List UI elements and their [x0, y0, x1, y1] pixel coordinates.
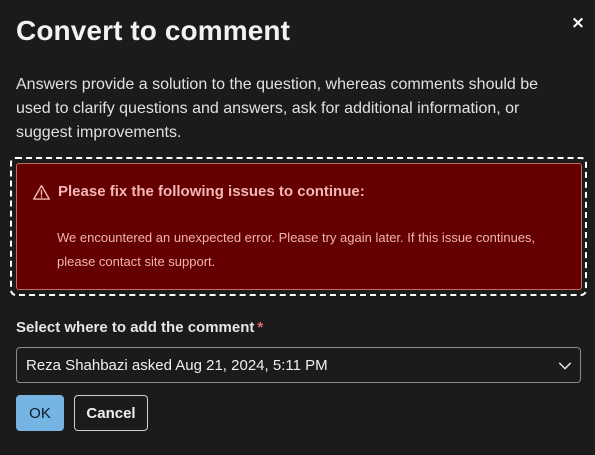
dialog-title: Convert to comment: [16, 15, 291, 46]
ok-button[interactable]: OK: [16, 395, 64, 431]
field-label-text: Select where to add the comment: [16, 319, 255, 336]
required-marker: *: [257, 319, 264, 336]
dialog-description: Answers provide a solution to the questi…: [16, 76, 539, 141]
error-alert: Please fix the following issues to conti…: [16, 163, 582, 290]
comment-location-label: Select where to add the comment *: [16, 319, 263, 336]
error-message: We encountered an unexpected error. Plea…: [57, 230, 536, 269]
chevron-down-icon: [558, 362, 572, 370]
selected-option: Reza Shahbazi asked Aug 21, 2024, 5:11 P…: [26, 356, 328, 374]
error-title: Please fix the following issues to conti…: [58, 183, 365, 200]
warning-triangle-icon: [33, 184, 50, 200]
cancel-button[interactable]: Cancel: [74, 395, 148, 431]
comment-location-select[interactable]: Reza Shahbazi asked Aug 21, 2024, 5:11 P…: [16, 347, 581, 383]
error-header: Please fix the following issues to conti…: [33, 183, 365, 200]
close-button[interactable]: ×: [570, 15, 586, 32]
convert-to-comment-dialog: Convert to comment × Answers provide a s…: [0, 0, 595, 455]
